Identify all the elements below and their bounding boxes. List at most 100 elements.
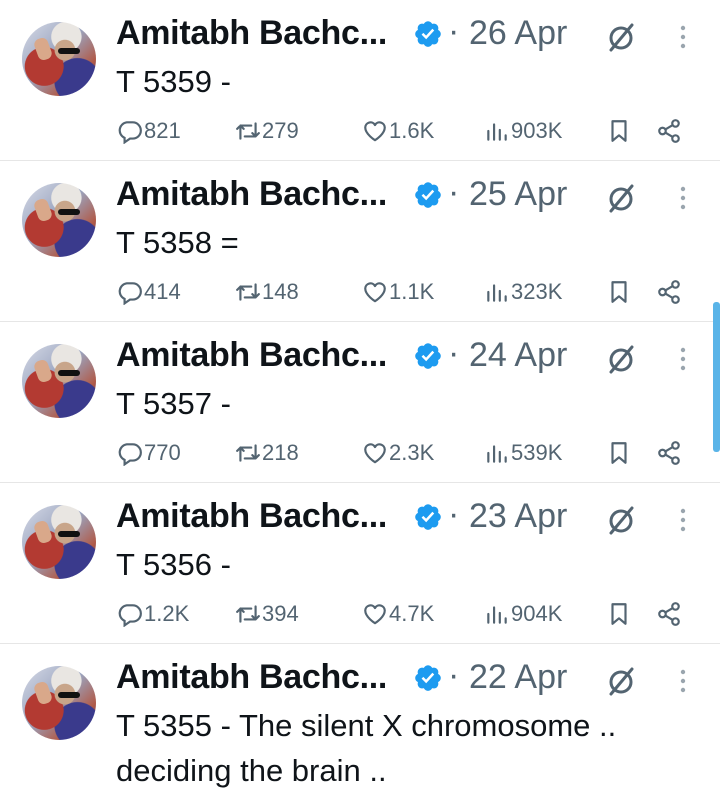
grok-icon[interactable]: [605, 343, 637, 375]
share-button[interactable]: [656, 115, 682, 147]
bookmark-button[interactable]: [606, 276, 632, 308]
like-count: 1.1K: [389, 279, 435, 304]
reply-button[interactable]: 770: [117, 437, 181, 469]
reply-button[interactable]: 821: [117, 115, 181, 147]
retweet-count: 148: [262, 279, 299, 304]
tweet-date[interactable]: 22 Apr: [469, 658, 567, 697]
share-button[interactable]: [656, 276, 682, 308]
views-count: 903K: [511, 118, 563, 143]
separator-dot: ·: [448, 656, 460, 694]
like-button[interactable]: 1.6K: [362, 115, 434, 147]
views-button[interactable]: 323K: [484, 276, 562, 308]
grok-icon[interactable]: [605, 504, 637, 536]
verified-badge-icon: [415, 504, 441, 530]
like-button[interactable]: 1.1K: [362, 276, 434, 308]
tweet-actions: 821 279 1.6K 903K: [0, 115, 720, 147]
tweet[interactable]: Amitabh Bachc... · 22 Apr T 5355 - The s…: [0, 644, 720, 804]
share-button[interactable]: [656, 598, 682, 630]
grok-icon[interactable]: [605, 182, 637, 214]
reply-count: 821: [144, 118, 181, 143]
retweet-button[interactable]: 394: [235, 598, 299, 630]
tweet[interactable]: Amitabh Bachc... · 26 Apr T 5359 - 821 2…: [0, 0, 720, 161]
tweet[interactable]: Amitabh Bachc... · 23 Apr T 5356 - 1.2K …: [0, 483, 720, 644]
retweet-button[interactable]: 148: [235, 276, 299, 308]
scrollbar[interactable]: [713, 302, 720, 452]
heart-icon: [364, 443, 386, 464]
reply-button[interactable]: 1.2K: [117, 598, 189, 630]
grok-icon[interactable]: [605, 665, 637, 697]
grok-icon[interactable]: [605, 21, 637, 53]
verified-badge-icon: [415, 21, 441, 47]
bookmark-button[interactable]: [606, 598, 632, 630]
share-icon: [658, 280, 680, 304]
avatar[interactable]: [22, 505, 96, 579]
views-chart-icon: [487, 284, 507, 302]
bookmark-icon: [611, 120, 627, 142]
reply-count: 770: [144, 440, 181, 465]
views-chart-icon: [487, 606, 507, 624]
verified-badge-icon: [415, 343, 441, 369]
tweet[interactable]: Amitabh Bachc... · 24 Apr T 5357 - 770 2…: [0, 322, 720, 483]
heart-icon: [364, 121, 386, 142]
author-name[interactable]: Amitabh Bachc...: [116, 336, 387, 375]
share-icon: [658, 441, 680, 465]
more-options-icon[interactable]: [672, 344, 694, 374]
author-name[interactable]: Amitabh Bachc...: [116, 175, 387, 214]
reply-button[interactable]: 414: [117, 276, 181, 308]
share-icon: [658, 119, 680, 143]
views-chart-icon: [487, 445, 507, 463]
tweet-feed: Amitabh Bachc... · 26 Apr T 5359 - 821 2…: [0, 0, 720, 804]
like-button[interactable]: 4.7K: [362, 598, 434, 630]
bookmark-button[interactable]: [606, 115, 632, 147]
verified-badge-icon: [415, 182, 441, 208]
separator-dot: ·: [448, 334, 460, 372]
reply-icon: [118, 604, 142, 627]
tweet-date[interactable]: 26 Apr: [469, 14, 567, 53]
retweet-button[interactable]: 279: [235, 115, 299, 147]
more-options-icon[interactable]: [672, 183, 694, 213]
separator-dot: ·: [448, 12, 460, 50]
views-chart-icon: [487, 123, 507, 141]
tweet-date[interactable]: 23 Apr: [469, 497, 567, 536]
bookmark-button[interactable]: [606, 437, 632, 469]
reply-count: 1.2K: [144, 601, 190, 626]
reply-icon: [118, 443, 142, 466]
avatar[interactable]: [22, 22, 96, 96]
heart-icon: [364, 604, 386, 625]
reply-count: 414: [144, 279, 181, 304]
heart-icon: [364, 282, 386, 303]
avatar[interactable]: [22, 183, 96, 257]
share-button[interactable]: [656, 437, 682, 469]
more-options-icon[interactable]: [672, 666, 694, 696]
like-button[interactable]: 2.3K: [362, 437, 434, 469]
tweet[interactable]: Amitabh Bachc... · 25 Apr T 5358 = 414 1…: [0, 161, 720, 322]
tweet-date[interactable]: 25 Apr: [469, 175, 567, 214]
tweet-text: T 5356 -: [116, 547, 231, 582]
reply-icon: [118, 121, 142, 144]
tweet-actions: 1.2K 394 4.7K 904K: [0, 598, 720, 630]
more-options-icon[interactable]: [672, 505, 694, 535]
separator-dot: ·: [448, 173, 460, 211]
avatar[interactable]: [22, 344, 96, 418]
like-count: 4.7K: [389, 601, 435, 626]
tweet-date[interactable]: 24 Apr: [469, 336, 567, 375]
author-name[interactable]: Amitabh Bachc...: [116, 497, 387, 536]
bookmark-icon: [611, 442, 627, 464]
author-name[interactable]: Amitabh Bachc...: [116, 14, 387, 53]
like-count: 1.6K: [389, 118, 435, 143]
bookmark-icon: [611, 603, 627, 625]
views-button[interactable]: 903K: [484, 115, 562, 147]
bookmark-icon: [611, 281, 627, 303]
tweet-text: T 5358 =: [116, 225, 239, 260]
more-options-icon[interactable]: [672, 22, 694, 52]
reply-icon: [118, 282, 142, 305]
avatar[interactable]: [22, 666, 96, 740]
tweet-actions: 770 218 2.3K 539K: [0, 437, 720, 469]
retweet-button[interactable]: 218: [235, 437, 299, 469]
author-name[interactable]: Amitabh Bachc...: [116, 658, 387, 697]
views-button[interactable]: 539K: [484, 437, 562, 469]
tweet-actions: 414 148 1.1K 323K: [0, 276, 720, 308]
views-button[interactable]: 904K: [484, 598, 562, 630]
like-count: 2.3K: [389, 440, 435, 465]
tweet-text: T 5355 - The silent X chromosome .. deci…: [116, 708, 617, 788]
